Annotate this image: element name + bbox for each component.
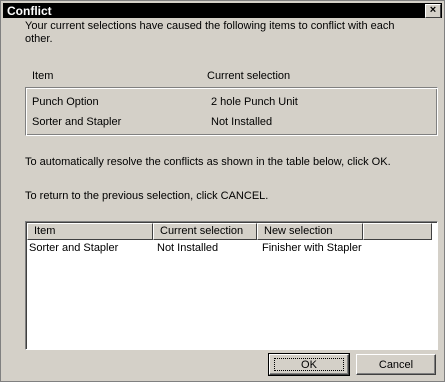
column-header-item[interactable]: Item [27, 223, 153, 240]
resolution-list[interactable]: Item Current selection New selection Sor… [25, 221, 438, 350]
resolve-instruction: To automatically resolve the conflicts a… [25, 156, 391, 168]
close-icon: × [429, 4, 437, 16]
current-row-value: 2 hole Punch Unit [211, 96, 298, 108]
current-table-header-current: Current selection [207, 70, 291, 82]
ok-button[interactable]: OK [268, 353, 350, 376]
return-instruction: To return to the previous selection, cli… [25, 190, 269, 202]
column-header-new-selection[interactable]: New selection [257, 223, 363, 240]
ok-button-label: OK [301, 359, 317, 371]
close-button[interactable]: × [425, 4, 441, 18]
current-row-item: Punch Option [32, 96, 99, 108]
list-header: Item Current selection New selection [27, 223, 437, 240]
current-table-header-item: Item [32, 70, 54, 82]
current-row-value: Not Installed [211, 116, 273, 128]
current-selection-frame: Punch Option 2 hole Punch Unit Sorter an… [25, 87, 438, 136]
window-title: Conflict [7, 4, 52, 18]
cell-current-selection: Not Installed [157, 242, 219, 254]
table-row[interactable]: Sorter and Stapler Not Installed Finishe… [27, 241, 436, 255]
conflict-dialog: Conflict × Your current selections have … [0, 0, 445, 382]
cancel-button[interactable]: Cancel [356, 354, 436, 375]
column-header-current-selection[interactable]: Current selection [153, 223, 257, 240]
cancel-button-label: Cancel [378, 359, 414, 371]
cell-item: Sorter and Stapler [29, 242, 119, 254]
current-row-item: Sorter and Stapler [32, 116, 122, 128]
cell-new-selection: Finisher with Stapler [262, 242, 362, 254]
intro-text: Your current selections have caused the … [25, 20, 395, 45]
title-bar[interactable]: Conflict × [3, 3, 442, 18]
column-header-empty [363, 223, 432, 240]
